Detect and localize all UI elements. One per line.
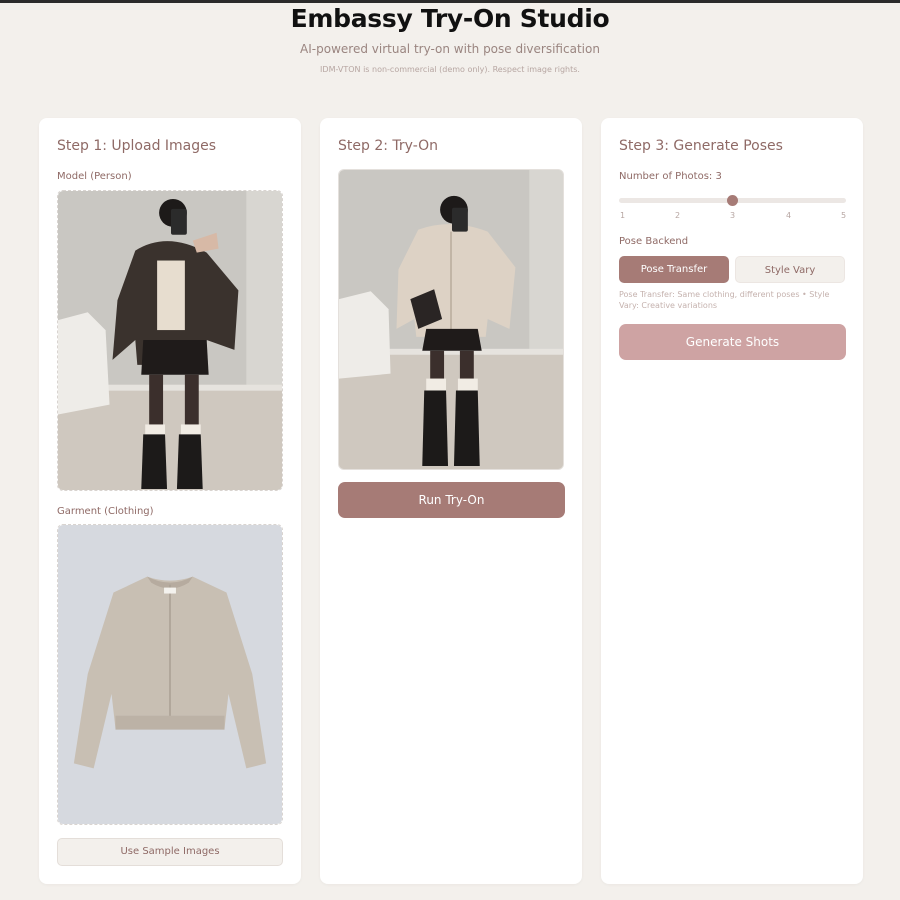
model-photo: [58, 191, 282, 490]
step2-tryon-card: Step 2: Try-On Run Try-On: [320, 118, 582, 884]
garment-label: Garment (Clothing): [57, 506, 154, 517]
style-vary-option[interactable]: Style Vary: [735, 256, 845, 283]
tryon-result-photo: [339, 170, 563, 469]
number-of-photos-slider[interactable]: [619, 195, 846, 206]
step2-heading: Step 2: Try-On: [338, 138, 439, 154]
generate-shots-button[interactable]: Generate Shots: [619, 324, 846, 360]
page-subtitle: AI-powered virtual try-on with pose dive…: [300, 42, 600, 56]
number-of-photos-label: Number of Photos: 3: [619, 171, 722, 182]
step3-poses-card: Step 3: Generate Poses Number of Photos:…: [601, 118, 863, 884]
model-image-dropzone[interactable]: [57, 190, 283, 491]
use-sample-images-button[interactable]: Use Sample Images: [57, 838, 283, 866]
step3-heading: Step 3: Generate Poses: [619, 138, 783, 154]
page-title: Embassy Try-On Studio: [290, 4, 610, 33]
slider-tick: 3: [730, 211, 736, 220]
model-label: Model (Person): [57, 171, 132, 182]
garment-photo: [58, 525, 282, 824]
pose-backend-help-text: Pose Transfer: Same clothing, different …: [619, 290, 830, 310]
pose-backend-label: Pose Backend: [619, 236, 689, 247]
slider-tick: 5: [841, 211, 847, 220]
step1-upload-card: Step 1: Upload Images Model (Person) Gar…: [39, 118, 301, 884]
garment-image-dropzone[interactable]: [57, 524, 283, 825]
slider-tick: 1: [620, 211, 626, 220]
slider-tick: 2: [675, 211, 681, 220]
step1-heading: Step 1: Upload Images: [57, 138, 217, 154]
pose-transfer-option[interactable]: Pose Transfer: [619, 256, 729, 283]
top-border: [0, 0, 900, 3]
tryon-result-image: [338, 169, 564, 470]
slider-tick: 4: [786, 211, 792, 220]
slider-thumb[interactable]: [727, 195, 738, 206]
run-tryon-button[interactable]: Run Try-On: [338, 482, 565, 518]
license-notice: IDM-VTON is non-commercial (demo only). …: [320, 65, 580, 74]
